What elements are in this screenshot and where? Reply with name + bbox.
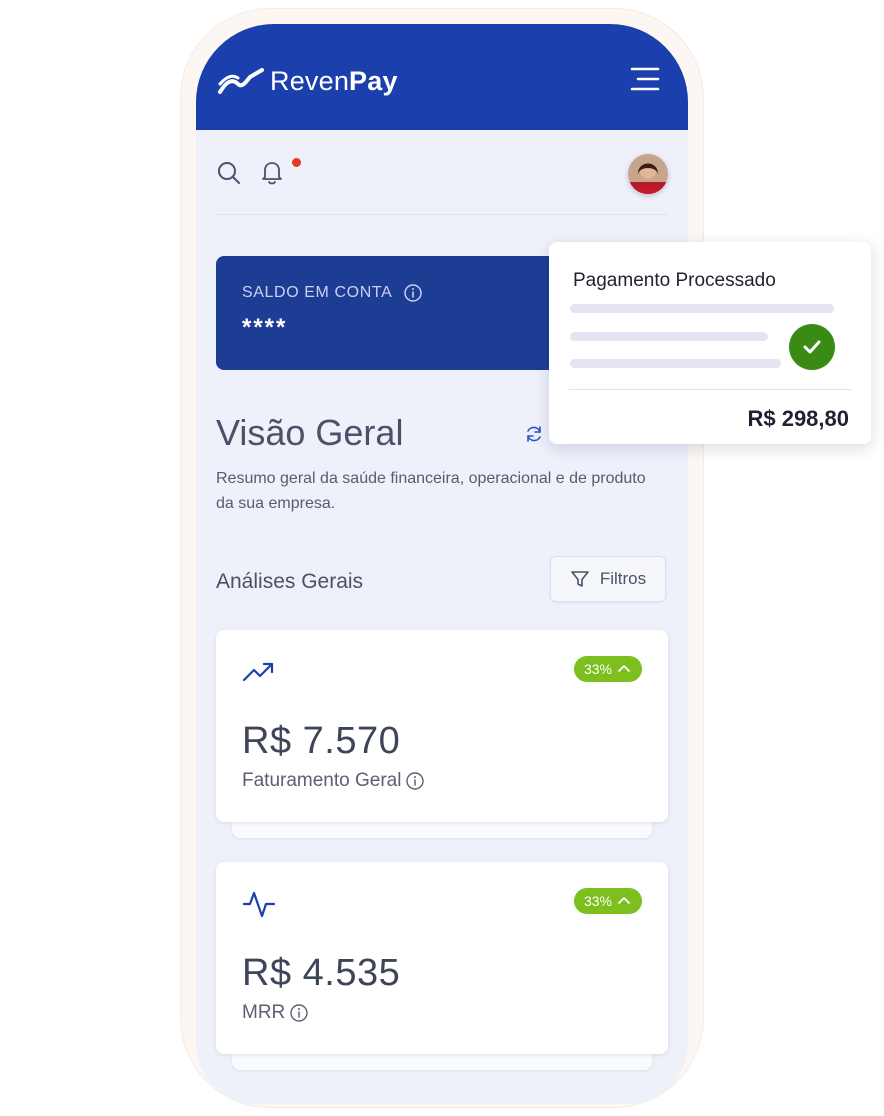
filter-label: Filtros <box>599 569 647 588</box>
metric-value: R$ 4.535 <box>242 952 401 994</box>
divider <box>569 389 851 390</box>
app-header: RevenPay <box>196 24 688 130</box>
balance-label: SALDO EM CONTA <box>242 284 393 301</box>
chevron-up-icon <box>618 897 630 904</box>
avatar-photo <box>628 154 668 194</box>
metric-label-text: Faturamento Geral <box>242 770 402 791</box>
payment-processed-card: Pagamento Processado R$ 298,80 <box>549 242 871 444</box>
refresh-icon[interactable] <box>524 424 544 444</box>
avatar[interactable] <box>628 154 668 194</box>
placeholder-line <box>570 304 834 313</box>
check-icon <box>789 324 835 370</box>
info-icon[interactable] <box>405 771 425 791</box>
metric-value: R$ 7.570 <box>242 720 401 762</box>
filter-button[interactable]: Filtros <box>550 556 666 602</box>
page-title: Visão Geral <box>216 412 404 453</box>
app-screen: RevenPay SALDO EM CONTA **** Visão Geral… <box>196 24 688 1104</box>
menu-icon[interactable] <box>628 66 660 92</box>
metric-card-mrr[interactable]: 33% R$ 4.535 MRR <box>216 862 668 1054</box>
trending-up-icon <box>242 662 274 682</box>
placeholder-line <box>570 332 768 341</box>
badge-value: 33% <box>583 661 612 677</box>
balance-value: **** <box>242 314 288 341</box>
info-icon[interactable] <box>403 283 423 303</box>
brand-name: RevenPay <box>270 66 398 96</box>
section-title: Análises Gerais <box>216 570 364 593</box>
activity-icon <box>242 891 276 918</box>
search-icon[interactable] <box>216 160 242 186</box>
badge-value: 33% <box>583 893 612 909</box>
top-toolbar <box>216 154 668 215</box>
growth-badge: 33% <box>573 656 642 682</box>
logo-wings-icon <box>218 67 264 94</box>
chevron-up-icon <box>618 665 630 672</box>
metric-card-revenue[interactable]: 33% R$ 7.570 Faturamento Geral <box>216 630 668 822</box>
page-description: Resumo geral da saúde financeira, operac… <box>216 470 646 512</box>
payment-amount: R$ 298,80 <box>747 406 849 431</box>
brand-logo[interactable]: RevenPay <box>218 66 398 97</box>
card-stack-shadow <box>232 1054 652 1070</box>
metric-label-text: MRR <box>242 1002 286 1023</box>
info-icon[interactable] <box>289 1003 309 1023</box>
card-stack-shadow <box>232 822 652 838</box>
notification-dot <box>292 158 301 167</box>
metric-label: MRR <box>242 1002 309 1024</box>
payment-title: Pagamento Processado <box>573 270 776 291</box>
placeholder-line <box>570 359 781 368</box>
growth-badge: 33% <box>573 888 642 914</box>
filter-icon <box>571 571 589 587</box>
bell-icon[interactable] <box>258 158 286 186</box>
metric-label: Faturamento Geral <box>242 770 425 792</box>
